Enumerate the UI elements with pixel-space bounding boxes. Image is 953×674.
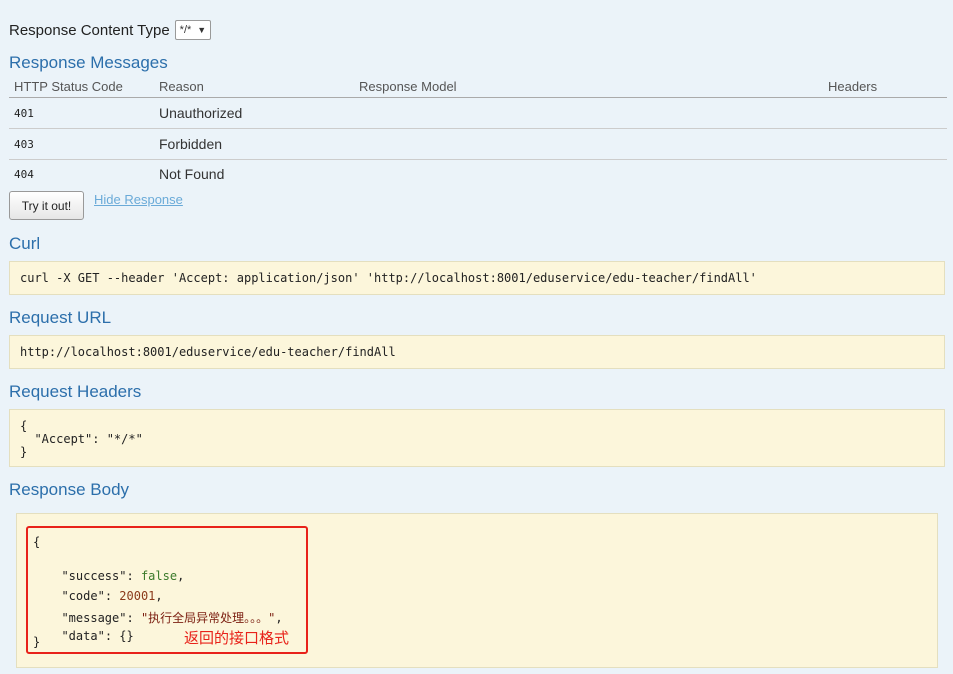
status-code-cell: 404 (14, 167, 34, 181)
request-headers-block: { "Accept": "*/*" } (9, 409, 945, 467)
status-code-cell: 403 (9, 128, 154, 160)
curl-command: curl -X GET --header 'Accept: applicatio… (20, 271, 757, 285)
response-model-cell (354, 128, 823, 160)
content-type-selected-value: */* (179, 24, 192, 36)
request-url-value: http://localhost:8001/eduservice/edu-tea… (20, 345, 396, 359)
headers-line: { (20, 419, 28, 433)
headers-cell (823, 160, 947, 189)
response-content-type-select[interactable]: */* ▼ (174, 20, 212, 40)
response-model-cell (354, 97, 823, 129)
annotation-text: 返回的接口格式 (184, 629, 290, 647)
response-messages-heading: Response Messages (9, 53, 168, 72)
status-code-cell: 401 (9, 97, 154, 129)
table-row: 403 Forbidden (9, 128, 947, 160)
table-row: 404 Not Found (9, 160, 947, 189)
table-row: 401 Unauthorized (9, 97, 947, 129)
headers-cell (823, 128, 947, 160)
response-content-type-row: Response Content Type */* ▼ (9, 19, 212, 41)
reason-cell: Not Found (159, 166, 225, 182)
response-messages-table: HTTP Status Code Reason Response Model H… (9, 76, 947, 188)
dropdown-arrow-icon: ▼ (197, 25, 207, 35)
request-url-block: http://localhost:8001/eduservice/edu-tea… (9, 335, 945, 369)
curl-heading: Curl (9, 234, 41, 253)
try-it-out-button[interactable]: Try it out! (9, 191, 84, 220)
response-content-type-label: Response Content Type (9, 21, 170, 39)
column-header-headers: Headers (823, 76, 947, 98)
column-header-status-code: HTTP Status Code (9, 76, 154, 98)
column-header-reason: Reason (154, 76, 354, 98)
reason-cell: Forbidden (154, 128, 354, 160)
hide-response-link[interactable]: Hide Response (94, 192, 183, 207)
response-body-heading: Response Body (9, 480, 130, 499)
request-headers-heading: Request Headers (9, 382, 142, 401)
request-url-heading: Request URL (9, 308, 112, 327)
headers-cell (823, 97, 947, 129)
headers-line: } (20, 445, 28, 459)
curl-code-block: curl -X GET --header 'Accept: applicatio… (9, 261, 945, 295)
headers-line: "Accept": "*/*" (20, 432, 143, 446)
response-model-cell (354, 160, 823, 189)
reason-cell: Unauthorized (154, 97, 354, 129)
column-header-response-model: Response Model (354, 76, 823, 98)
table-header-row: HTTP Status Code Reason Response Model H… (9, 76, 947, 98)
